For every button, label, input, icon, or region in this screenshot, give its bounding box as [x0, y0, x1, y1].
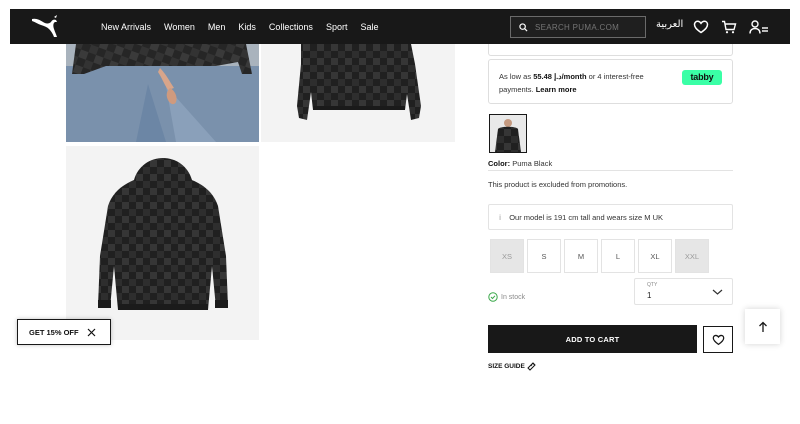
- search-icon: [519, 22, 528, 32]
- search-input[interactable]: [535, 22, 635, 32]
- stock-text: In stock: [501, 293, 526, 301]
- quantity-select[interactable]: QTY 1: [634, 278, 733, 305]
- size-option-xl[interactable]: XL: [638, 239, 672, 273]
- product-image-model[interactable]: [66, 44, 259, 142]
- offer-label: GET 15% OFF: [29, 327, 79, 337]
- color-label: Color:: [488, 159, 511, 168]
- size-option-s[interactable]: S: [527, 239, 561, 273]
- wishlist-button[interactable]: [703, 326, 733, 353]
- stock-status: In stock: [488, 292, 525, 302]
- price-box: [488, 44, 733, 56]
- search-box[interactable]: [510, 16, 646, 38]
- tabby-installments: As low as د.إ 55.48/month or 4 interest-…: [488, 59, 733, 104]
- account-icon[interactable]: [749, 19, 769, 35]
- language-switch[interactable]: العربية: [656, 19, 683, 30]
- nav-men[interactable]: Men: [208, 22, 226, 32]
- size-option-xxl[interactable]: XXL: [675, 239, 709, 273]
- quantity-label: QTY: [647, 282, 658, 288]
- model-size-note: ⅰ Our model is 191 cm tall and wears siz…: [488, 204, 733, 230]
- arrow-up-icon: [758, 321, 767, 332]
- promo-note: This product is excluded from promotions…: [488, 180, 628, 189]
- site-header: New Arrivals Women Men Kids Collections …: [10, 9, 790, 44]
- close-icon[interactable]: [87, 328, 96, 337]
- chevron-down-icon: [712, 289, 723, 295]
- puma-logo[interactable]: [30, 13, 60, 39]
- size-guide-label: SIZE GUIDE: [488, 362, 525, 370]
- product-image-back[interactable]: [261, 44, 455, 142]
- nav-kids[interactable]: Kids: [238, 22, 256, 32]
- nav-collections[interactable]: Collections: [269, 22, 313, 32]
- heart-icon[interactable]: [693, 19, 709, 35]
- info-icon: ⅰ: [499, 213, 502, 222]
- size-option-xs[interactable]: XS: [490, 239, 524, 273]
- nav-sale[interactable]: Sale: [360, 22, 378, 32]
- scroll-to-top-button[interactable]: [745, 309, 780, 344]
- heart-icon: [712, 334, 724, 345]
- nav-sport[interactable]: Sport: [326, 22, 348, 32]
- nav-women[interactable]: Women: [164, 22, 195, 32]
- ruler-icon: [527, 362, 536, 371]
- installments-amount: د.إ 55.48/month: [533, 72, 587, 81]
- color-info: Color: Puma Black: [488, 159, 552, 168]
- color-swatch[interactable]: [489, 114, 527, 153]
- model-note-text: Our model is 191 cm tall and wears size …: [509, 213, 663, 222]
- add-to-cart-button[interactable]: ADD TO CART: [488, 325, 697, 353]
- discount-offer-banner[interactable]: GET 15% OFF: [17, 319, 111, 345]
- product-image-hoodie-back[interactable]: [66, 146, 259, 340]
- color-value: Puma Black: [512, 159, 553, 168]
- learn-more-link[interactable]: Learn more: [536, 85, 577, 94]
- size-selector: XS S M L XL XXL: [490, 239, 712, 273]
- size-option-m[interactable]: M: [564, 239, 598, 273]
- size-option-l[interactable]: L: [601, 239, 635, 273]
- divider: [488, 170, 733, 171]
- quantity-value: 1: [647, 291, 652, 300]
- installments-prefix: As low as: [499, 72, 532, 81]
- main-nav: New Arrivals Women Men Kids Collections …: [101, 9, 391, 44]
- cart-icon[interactable]: [721, 19, 737, 35]
- nav-new-arrivals[interactable]: New Arrivals: [101, 22, 151, 32]
- installments-text: As low as د.إ 55.48/month or 4 interest-…: [499, 70, 674, 96]
- tabby-logo: tabby: [682, 70, 722, 85]
- check-circle-icon: [488, 292, 498, 302]
- size-guide-link[interactable]: SIZE GUIDE: [488, 361, 537, 371]
